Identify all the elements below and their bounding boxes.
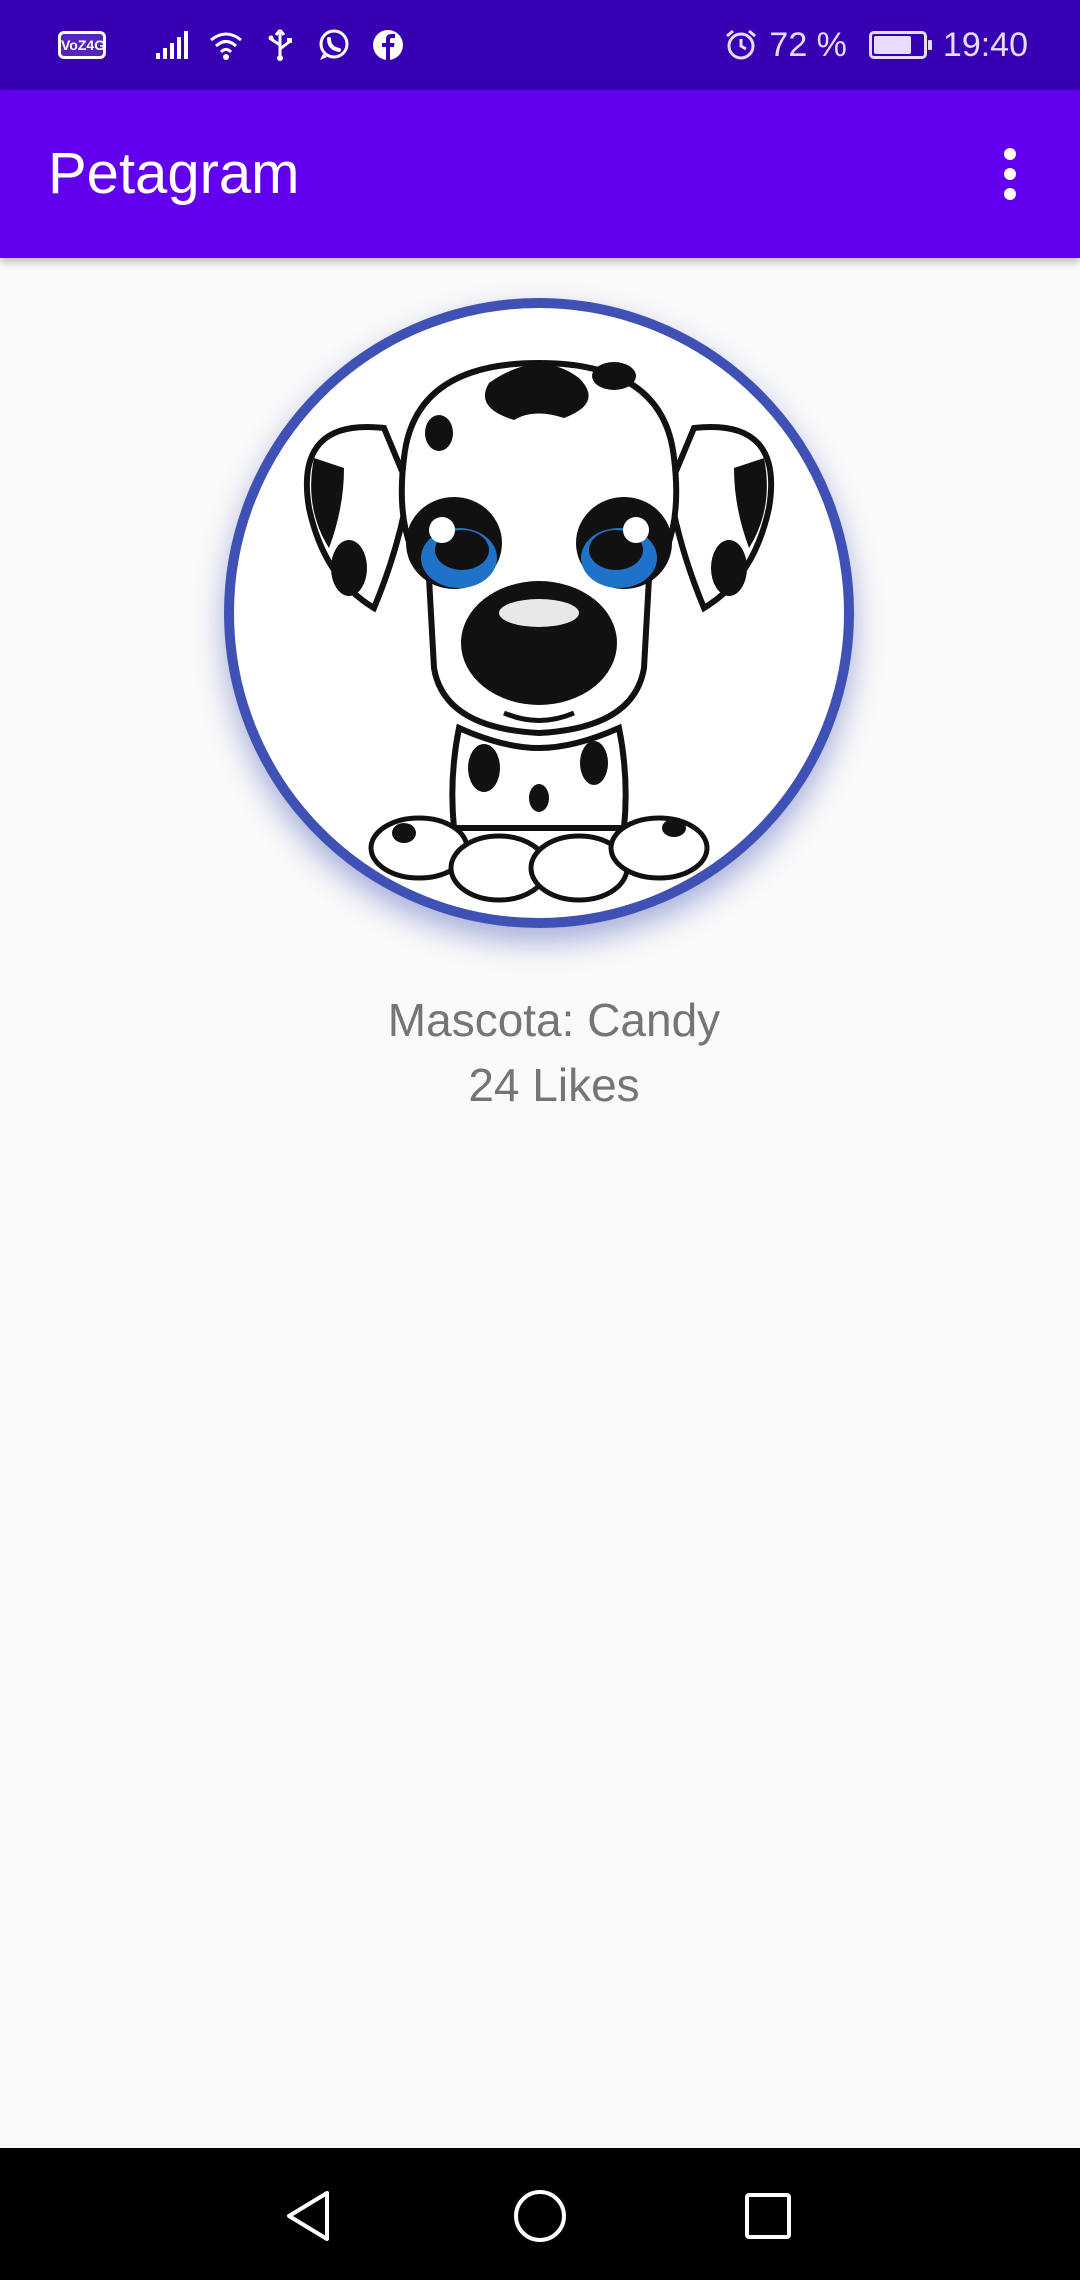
status-icons-right: 72 % 19:40 xyxy=(723,0,1028,90)
whatsapp-icon xyxy=(319,29,349,60)
battery-percent: 72 % xyxy=(769,25,847,64)
home-icon xyxy=(514,2190,566,2242)
facebook-icon xyxy=(373,30,403,60)
app-title: Petagram xyxy=(48,141,300,206)
battery-icon xyxy=(868,31,932,59)
overflow-menu-button[interactable] xyxy=(970,134,1050,214)
battery-level xyxy=(873,36,912,54)
back-icon xyxy=(287,2191,329,2241)
recents-button[interactable] xyxy=(736,2184,800,2248)
clock: 19:40 xyxy=(942,25,1028,64)
system-navigation-bar xyxy=(0,2148,1080,2280)
dalmatian-puppy-image xyxy=(303,359,775,903)
pet-avatar-container xyxy=(224,298,854,928)
likes-count: 24 Likes xyxy=(468,1059,640,1111)
home-button[interactable] xyxy=(508,2184,572,2248)
pet-name-label: Mascota: Candy xyxy=(387,994,721,1046)
pet-avatar[interactable] xyxy=(224,298,854,928)
alarm-icon xyxy=(726,29,757,60)
status-icons-left: VoZ4G xyxy=(58,0,406,90)
pet-profile: Mascota: Candy 24 Likes xyxy=(0,258,1080,2148)
volte-icon: VoZ4G xyxy=(58,31,106,59)
app-bar: Petagram xyxy=(0,90,1080,258)
usb-icon xyxy=(268,29,292,61)
more-vert-icon xyxy=(1004,148,1016,200)
wifi-icon xyxy=(210,32,242,60)
back-button[interactable] xyxy=(276,2184,340,2248)
status-bar: VoZ4G 72 % 19:40 xyxy=(0,0,1080,90)
signal-icon xyxy=(156,31,188,59)
recents-icon xyxy=(745,2193,791,2239)
